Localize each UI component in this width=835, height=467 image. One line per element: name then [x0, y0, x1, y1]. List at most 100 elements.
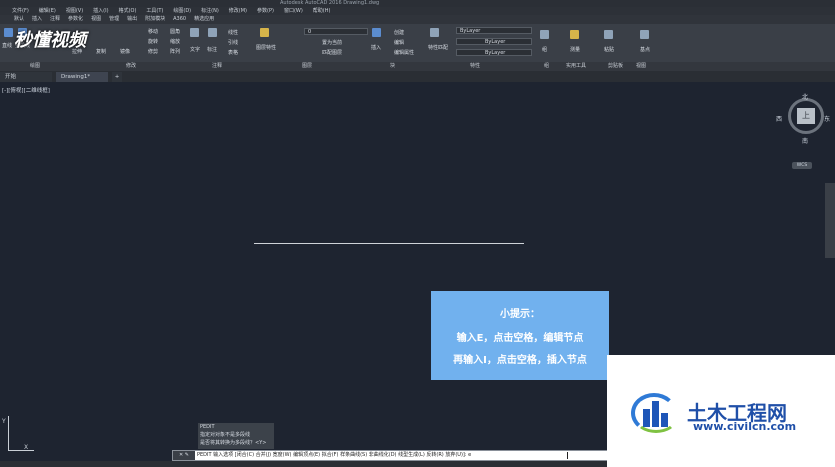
annot-linear[interactable]: 线性: [228, 29, 238, 36]
compass-east[interactable]: 东: [824, 114, 830, 123]
wcs-menu[interactable]: WCS: [792, 162, 812, 169]
menu-parametric[interactable]: 参数(P): [257, 7, 274, 15]
block-create[interactable]: 创建: [394, 29, 404, 36]
dimension-tool-label[interactable]: 标注: [207, 46, 217, 53]
civilcn-logo-icon: [631, 391, 679, 433]
layer-dropdown[interactable]: 0: [304, 28, 368, 35]
tab-manage[interactable]: 管理: [109, 15, 119, 24]
command-input[interactable]: PEDIT 输入选项 [闭合(C) 合并(J) 宽度(W) 编辑顶点(E) 拟合…: [197, 451, 471, 460]
panel-label-layers[interactable]: 图层: [302, 62, 312, 71]
modify-fillet[interactable]: 圆角: [170, 28, 180, 35]
layer-properties-icon[interactable]: [260, 28, 269, 37]
panel-label-utilities[interactable]: 实用工具: [566, 62, 586, 71]
menu-window[interactable]: 窗口(W): [284, 7, 303, 15]
panel-label-block[interactable]: 块: [390, 62, 395, 71]
panel-label-annotation[interactable]: 注释: [212, 62, 222, 71]
ucs-y-label: Y: [2, 418, 6, 425]
tip-box: 小提示： 输入E，点击空格，编辑节点 再输入I，点击空格，插入节点: [431, 291, 609, 380]
paste-icon[interactable]: [604, 30, 613, 39]
line-tool-label[interactable]: 直线: [2, 42, 12, 49]
modify-trim[interactable]: 修剪: [148, 48, 158, 55]
modify-array[interactable]: 阵列: [170, 48, 180, 55]
ucs-y-axis: [8, 416, 9, 450]
tab-drawing1[interactable]: Drawing1*: [56, 72, 108, 82]
menu-dimension[interactable]: 标注(N): [201, 7, 219, 15]
text-tool-label[interactable]: 文字: [190, 46, 200, 53]
annot-leader[interactable]: 引线: [228, 39, 238, 46]
measure-icon[interactable]: [570, 30, 579, 39]
menu-modify[interactable]: 修改(M): [229, 7, 247, 15]
color-dropdown[interactable]: ByLayer: [456, 27, 532, 34]
group-label[interactable]: 组: [542, 46, 547, 53]
tab-featured-apps[interactable]: 精选应用: [194, 15, 214, 24]
line-icon[interactable]: [4, 28, 13, 37]
tab-output[interactable]: 输出: [127, 15, 137, 24]
drawn-line[interactable]: [254, 243, 524, 244]
tab-insert[interactable]: 插入: [32, 15, 42, 24]
menu-bar: 文件(F) 编辑(E) 视图(V) 插入(I) 格式(O) 工具(T) 绘图(D…: [0, 7, 835, 15]
paste-label[interactable]: 粘贴: [604, 46, 614, 53]
dimension-icon[interactable]: [208, 28, 217, 37]
menu-draw[interactable]: 绘图(D): [173, 7, 191, 15]
menu-format[interactable]: 格式(O): [119, 7, 137, 15]
panel-label-modify[interactable]: 修改: [126, 62, 136, 71]
match-properties-label[interactable]: 特性匹配: [428, 44, 448, 51]
insert-block-label[interactable]: 插入: [371, 44, 381, 51]
layer-properties-label[interactable]: 图层特性: [256, 44, 276, 51]
panel-label-view[interactable]: 视图: [636, 62, 646, 71]
modify-scale[interactable]: 缩放: [170, 38, 180, 45]
menu-tools[interactable]: 工具(T): [146, 7, 163, 15]
text-icon[interactable]: [190, 28, 199, 37]
panel-label-clipboard[interactable]: 剪贴板: [608, 62, 623, 71]
menu-view[interactable]: 视图(V): [66, 7, 83, 15]
compass-west[interactable]: 西: [776, 114, 782, 123]
command-line-buttons[interactable]: ✕ ✎: [173, 451, 195, 460]
tab-a360[interactable]: A360: [173, 15, 186, 24]
watermark-logo: 秒懂视频: [14, 30, 86, 51]
compass-south[interactable]: 南: [802, 136, 808, 145]
group-icon[interactable]: [540, 30, 549, 39]
viewcube[interactable]: 上 北 南 东 西: [776, 92, 830, 152]
history-line: 指定对对象不是多段线: [200, 432, 251, 438]
viewcube-top-face[interactable]: 上: [797, 108, 815, 124]
modify-mirror[interactable]: 镜像: [120, 48, 130, 55]
ucs-x-axis: [8, 450, 34, 451]
block-edit-attributes[interactable]: 编辑属性: [394, 49, 414, 56]
new-tab-button[interactable]: +: [112, 72, 122, 82]
layer-match[interactable]: 匹配图层: [322, 49, 342, 56]
tab-annotate[interactable]: 注释: [50, 15, 60, 24]
menu-edit[interactable]: 编辑(E): [39, 7, 56, 15]
panel-label-groups[interactable]: 组: [544, 62, 549, 71]
document-tabs: 开始 Drawing1* +: [0, 71, 835, 82]
navigation-bar[interactable]: [825, 183, 835, 258]
panel-label-draw[interactable]: 绘图: [30, 62, 40, 71]
layer-set-current[interactable]: 置为当前: [322, 39, 342, 46]
tab-parametric[interactable]: 参数化: [68, 15, 83, 24]
modify-move[interactable]: 移动: [148, 28, 158, 35]
command-line[interactable]: ✕ ✎ PEDIT 输入选项 [闭合(C) 合并(J) 宽度(W) 编辑顶点(E…: [172, 450, 608, 461]
base-point-icon[interactable]: [640, 30, 649, 39]
tab-addins[interactable]: 附加模块: [145, 15, 165, 24]
compass-north[interactable]: 北: [802, 92, 808, 101]
block-edit[interactable]: 编辑: [394, 39, 404, 46]
lineweight-dropdown[interactable]: ByLayer: [456, 49, 532, 56]
panel-label-properties[interactable]: 特性: [470, 62, 480, 71]
insert-block-icon[interactable]: [372, 28, 381, 37]
match-properties-icon[interactable]: [430, 28, 439, 37]
modify-rotate[interactable]: 旋转: [148, 38, 158, 45]
modify-copy[interactable]: 复制: [96, 48, 106, 55]
tab-start[interactable]: 开始: [0, 72, 52, 82]
annot-table[interactable]: 表格: [228, 49, 238, 56]
window-title: Autodesk AutoCAD 2016 Drawing1.dwg: [280, 0, 380, 6]
menu-insert[interactable]: 插入(I): [93, 7, 108, 15]
history-line: PEDIT: [200, 424, 215, 430]
menu-file[interactable]: 文件(F): [12, 7, 29, 15]
menu-help[interactable]: 帮助(H): [313, 7, 331, 15]
base-point-label[interactable]: 基点: [640, 46, 650, 53]
viewport-controls[interactable]: [-][俯视][二维线框]: [2, 86, 50, 94]
tab-view[interactable]: 视图: [91, 15, 101, 24]
measure-label[interactable]: 测量: [570, 46, 580, 53]
linetype-dropdown[interactable]: ByLayer: [456, 38, 532, 45]
title-bar: Autodesk AutoCAD 2016 Drawing1.dwg: [0, 0, 835, 7]
tab-default[interactable]: 默认: [14, 15, 24, 24]
